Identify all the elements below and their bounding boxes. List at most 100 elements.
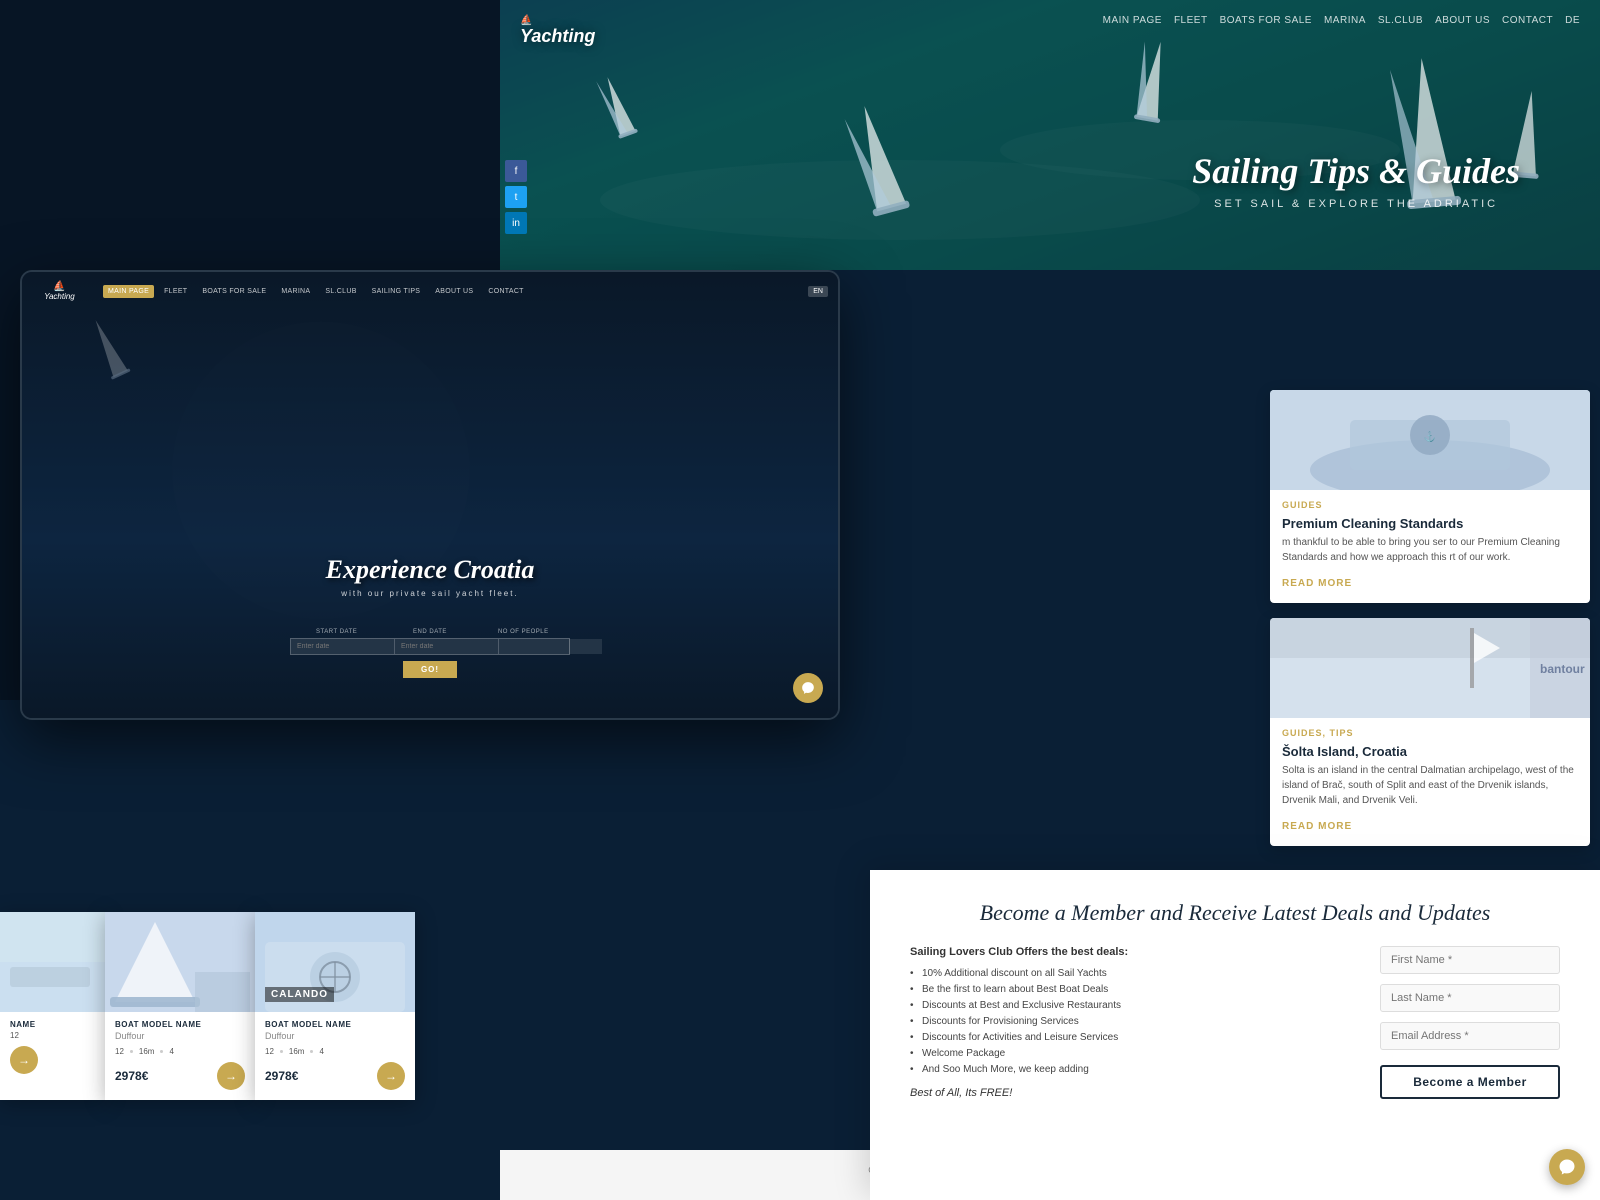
boat-card-partial: NAME 12 → <box>0 912 105 1100</box>
inner-nav-fleet[interactable]: FLEET <box>159 285 192 298</box>
nav-item-lang[interactable]: DE <box>1565 15 1580 26</box>
start-date-input[interactable] <box>291 639 395 654</box>
nav-item-fleet[interactable]: FLEET <box>1174 15 1208 26</box>
inner-nav-contact[interactable]: CONTACT <box>483 285 528 298</box>
svg-text:⚓: ⚓ <box>1424 430 1436 443</box>
boat-card-2: BOAT MODEL NAME Duffour 12 16m 4 2978€ → <box>105 912 255 1100</box>
boat-cards-section: NAME 12 → BOAT MODEL NAME Duffour <box>0 912 415 1100</box>
boat-partial-arrow[interactable]: → <box>10 1046 38 1074</box>
become-member-button[interactable]: Become a Member <box>1380 1065 1560 1099</box>
inner-search-form: START DATE END DATE NO OF PEOPLE GO! <box>290 629 570 678</box>
svg-text:bantour: bantour <box>1540 662 1585 676</box>
membership-section: Become a Member and Receive Latest Deals… <box>870 870 1600 1200</box>
inner-logo-icon: ⛵ <box>53 281 65 292</box>
membership-content: Sailing Lovers Club Offers the best deal… <box>910 946 1560 1099</box>
boat-2-cabins: 12 <box>115 1047 124 1056</box>
benefit-7: And Soo Much More, we keep adding <box>910 1064 1350 1075</box>
boat-2-brand: Duffour <box>115 1031 245 1041</box>
laptop-inner: ⛵ Yachting MAIN PAGE FLEET BOATS FOR SAL… <box>22 272 838 718</box>
no-people-input[interactable] <box>499 639 602 654</box>
inner-hero-sub: with our private sail yacht fleet. <box>22 589 838 598</box>
nav-item-marina[interactable]: MARINA <box>1324 15 1366 26</box>
hero-subheading: SET SAIL & EXPLORE THE ADRIATIC <box>1192 198 1520 210</box>
inner-hero-content: Experience Croatia with our private sail… <box>22 555 838 598</box>
inner-nav: ⛵ Yachting MAIN PAGE FLEET BOATS FOR SAL… <box>22 272 838 310</box>
boat-3-specs: 12 16m 4 <box>265 1047 405 1056</box>
boat-partial-footer: → <box>10 1046 95 1074</box>
boat-2-footer: 2978€ → <box>115 1062 245 1090</box>
facebook-button[interactable]: f <box>505 160 527 182</box>
messenger-bubble-main[interactable] <box>1549 1149 1585 1185</box>
top-nav: MAIN PAGE FLEET BOATS FOR SALE MARINA SL… <box>1103 15 1580 26</box>
inner-nav-about[interactable]: ABOUT US <box>430 285 478 298</box>
article-1-title: Premium Cleaning Standards <box>1282 516 1578 531</box>
search-labels: START DATE END DATE NO OF PEOPLE <box>290 629 570 635</box>
go-button[interactable]: GO! <box>403 661 457 678</box>
inner-nav-mainpage[interactable]: MAIN PAGE <box>103 285 154 298</box>
article-2-title: Šolta Island, Croatia <box>1282 744 1578 759</box>
article-1-read-more[interactable]: READ MORE <box>1282 578 1352 589</box>
inner-nav-marina[interactable]: MARINA <box>276 285 315 298</box>
inner-nav-lang[interactable]: EN <box>808 286 828 297</box>
end-date-input[interactable] <box>395 639 499 654</box>
inner-hero-title: Experience Croatia <box>22 555 838 585</box>
inner-nav-boats[interactable]: BOATS FOR SALE <box>197 285 271 298</box>
membership-benefits: 10% Additional discount on all Sail Yach… <box>910 968 1350 1075</box>
boat-card-3: CALANDO BOAT MODEL NAME Duffour 12 16m 4… <box>255 912 415 1100</box>
boat-partial-type: NAME <box>10 1020 95 1029</box>
inner-logo[interactable]: ⛵ Yachting <box>32 281 87 301</box>
inner-nav-slclub[interactable]: SL.CLUB <box>320 285 361 298</box>
spec-dot-1 <box>130 1050 133 1053</box>
benefit-5: Discounts for Activities and Leisure Ser… <box>910 1032 1350 1043</box>
nav-item-contact[interactable]: CONTACT <box>1502 15 1553 26</box>
article-card-1: ⚓ GUIDES Premium Cleaning Standards m th… <box>1270 390 1590 603</box>
boat-3-banner: CALANDO <box>265 987 334 1002</box>
membership-subtitle: Sailing Lovers Club Offers the best deal… <box>910 946 1350 958</box>
article-card-1-image: ⚓ <box>1270 390 1590 490</box>
messenger-bubble-inner[interactable] <box>793 673 823 703</box>
benefit-2: Be the first to learn about Best Boat De… <box>910 984 1350 995</box>
hero-title-block: Sailing Tips & Guides SET SAIL & EXPLORE… <box>1192 150 1520 210</box>
inner-nav-sailing[interactable]: SAILING TIPS <box>367 285 426 298</box>
article-2-read-more[interactable]: READ MORE <box>1282 821 1352 832</box>
end-date-label: END DATE <box>383 629 476 635</box>
article-card-2: bantour GUIDES, TIPS Šolta Island, Croat… <box>1270 618 1590 846</box>
article-cards-section: ⚓ GUIDES Premium Cleaning Standards m th… <box>1270 390 1600 846</box>
membership-left: Sailing Lovers Club Offers the best deal… <box>910 946 1350 1099</box>
inner-nav-items: MAIN PAGE FLEET BOATS FOR SALE MARINA SL… <box>103 285 529 298</box>
twitter-button[interactable]: t <box>505 186 527 208</box>
email-input[interactable] <box>1380 1022 1560 1050</box>
last-name-input[interactable] <box>1380 984 1560 1012</box>
membership-title: Become a Member and Receive Latest Deals… <box>910 900 1560 926</box>
boat-card-3-img: CALANDO <box>255 912 415 1012</box>
boat-3-arrow[interactable]: → <box>377 1062 405 1090</box>
article-card-2-body: GUIDES, TIPS Šolta Island, Croatia Solta… <box>1270 718 1590 846</box>
benefit-6: Welcome Package <box>910 1048 1350 1059</box>
spec-cabins: 12 <box>10 1031 19 1040</box>
start-date-label: START DATE <box>290 629 383 635</box>
article-1-text: m thankful to be able to bring you ser t… <box>1282 535 1578 565</box>
membership-right: Become a Member <box>1380 946 1560 1099</box>
boat-3-brand: Duffour <box>265 1031 405 1041</box>
boat-2-arrow[interactable]: → <box>217 1062 245 1090</box>
first-name-input[interactable] <box>1380 946 1560 974</box>
benefit-1: 10% Additional discount on all Sail Yach… <box>910 968 1350 979</box>
laptop-mockup: ⛵ Yachting MAIN PAGE FLEET BOATS FOR SAL… <box>20 270 840 720</box>
article-card-2-image: bantour <box>1270 618 1590 718</box>
boat-2-specs: 12 16m 4 <box>115 1047 245 1056</box>
site-logo[interactable]: ⛵ Yachting <box>520 15 595 47</box>
search-inputs <box>290 638 570 655</box>
nav-item-mainpage[interactable]: MAIN PAGE <box>1103 15 1162 26</box>
logo-icon: ⛵ <box>520 15 595 26</box>
nav-item-boats[interactable]: BOATS FOR SALE <box>1220 15 1312 26</box>
boat-3-cabins: 12 <box>265 1047 274 1056</box>
nav-item-slclub[interactable]: SL.CLUB <box>1378 15 1423 26</box>
benefit-4: Discounts for Provisioning Services <box>910 1016 1350 1027</box>
boat-card-partial-body: NAME 12 → <box>0 1012 105 1084</box>
spec-dot-4 <box>310 1050 313 1053</box>
article-card-1-body: GUIDES Premium Cleaning Standards m than… <box>1270 490 1590 603</box>
nav-item-about[interactable]: ABOUT US <box>1435 15 1490 26</box>
boat-2-berths: 4 <box>169 1047 173 1056</box>
boat-3-type: BOAT MODEL NAME <box>265 1020 405 1029</box>
linkedin-button[interactable]: in <box>505 212 527 234</box>
